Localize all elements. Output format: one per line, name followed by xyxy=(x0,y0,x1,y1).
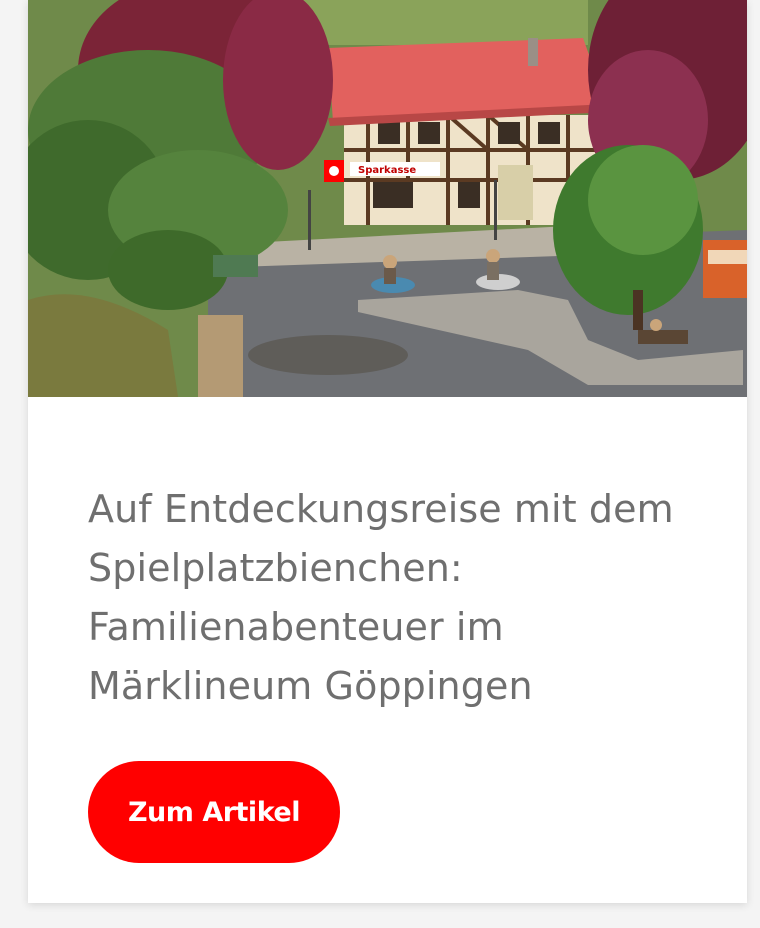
article-teaser-card: Sparkasse Auf Entdeckungsreise mit dem S… xyxy=(28,0,747,903)
teaser-image[interactable]: Sparkasse xyxy=(28,0,747,397)
sparkasse-sign-text: Sparkasse xyxy=(358,165,416,176)
article-title[interactable]: Auf Entdeckungsreise mit dem Spielplatzb… xyxy=(88,480,688,716)
read-article-button[interactable]: Zum Artikel xyxy=(88,761,340,863)
model-railway-scene-illustration: Sparkasse xyxy=(28,0,747,397)
